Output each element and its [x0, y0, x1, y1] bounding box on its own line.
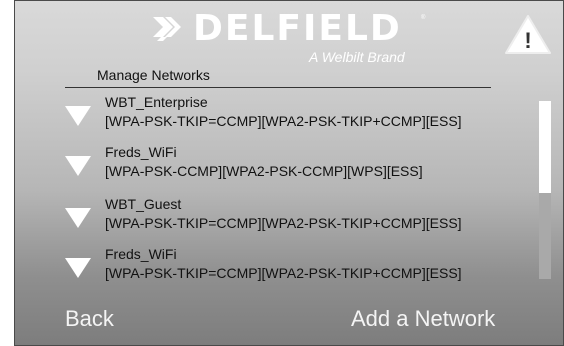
warning-icon: !	[505, 15, 551, 54]
network-item[interactable]: Freds_WiFi [WPA-PSK-TKIP=CCMP][WPA2-PSK-…	[55, 245, 525, 289]
chevron-down-icon	[65, 156, 91, 176]
network-name: WBT_Enterprise	[105, 94, 208, 110]
brand-tagline: A Welbilt Brand	[309, 49, 405, 65]
network-name: Freds_WiFi	[105, 246, 177, 262]
network-security: [WPA-PSK-TKIP=CCMP][WPA2-PSK-TKIP+CCMP][…	[105, 113, 462, 129]
network-item[interactable]: WBT_Guest [WPA-PSK-TKIP=CCMP][WPA2-PSK-T…	[55, 195, 525, 239]
network-security: [WPA-PSK-CCMP][WPA2-PSK-CCMP][WPS][ESS]	[105, 163, 423, 179]
wifi-screen: DELFIELD ® A Welbilt Brand ! Manage Netw…	[14, 0, 564, 346]
scrollbar-thumb[interactable]	[539, 101, 551, 193]
warning-button[interactable]: !	[503, 13, 553, 57]
brand-name: DELFIELD	[193, 8, 402, 49]
network-item[interactable]: WBT_Enterprise [WPA-PSK-TKIP=CCMP][WPA2-…	[55, 93, 525, 137]
delfield-logo: DELFIELD ® A Welbilt Brand	[149, 9, 449, 69]
network-name: Freds_WiFi	[105, 144, 177, 160]
warning-symbol: !	[524, 28, 531, 53]
chevron-down-icon	[65, 106, 91, 126]
title-divider	[65, 87, 491, 88]
network-scrollbar[interactable]	[539, 101, 551, 279]
network-list: WBT_Enterprise [WPA-PSK-TKIP=CCMP][WPA2-…	[55, 93, 525, 289]
network-security: [WPA-PSK-TKIP=CCMP][WPA2-PSK-TKIP+CCMP][…	[105, 265, 462, 281]
back-button[interactable]: Back	[65, 305, 114, 333]
network-name: WBT_Guest	[105, 196, 182, 212]
page-title: Manage Networks	[97, 67, 210, 83]
network-security: [WPA-PSK-TKIP=CCMP][WPA2-PSK-TKIP+CCMP][…	[105, 215, 462, 231]
add-network-button[interactable]: Add a Network	[351, 305, 495, 333]
chevron-down-icon	[65, 258, 91, 278]
network-item[interactable]: Freds_WiFi [WPA-PSK-CCMP][WPA2-PSK-CCMP]…	[55, 143, 525, 187]
chevron-down-icon	[65, 208, 91, 228]
delfield-logo-icon	[153, 17, 181, 41]
brand-registered-mark: ®	[421, 15, 426, 21]
